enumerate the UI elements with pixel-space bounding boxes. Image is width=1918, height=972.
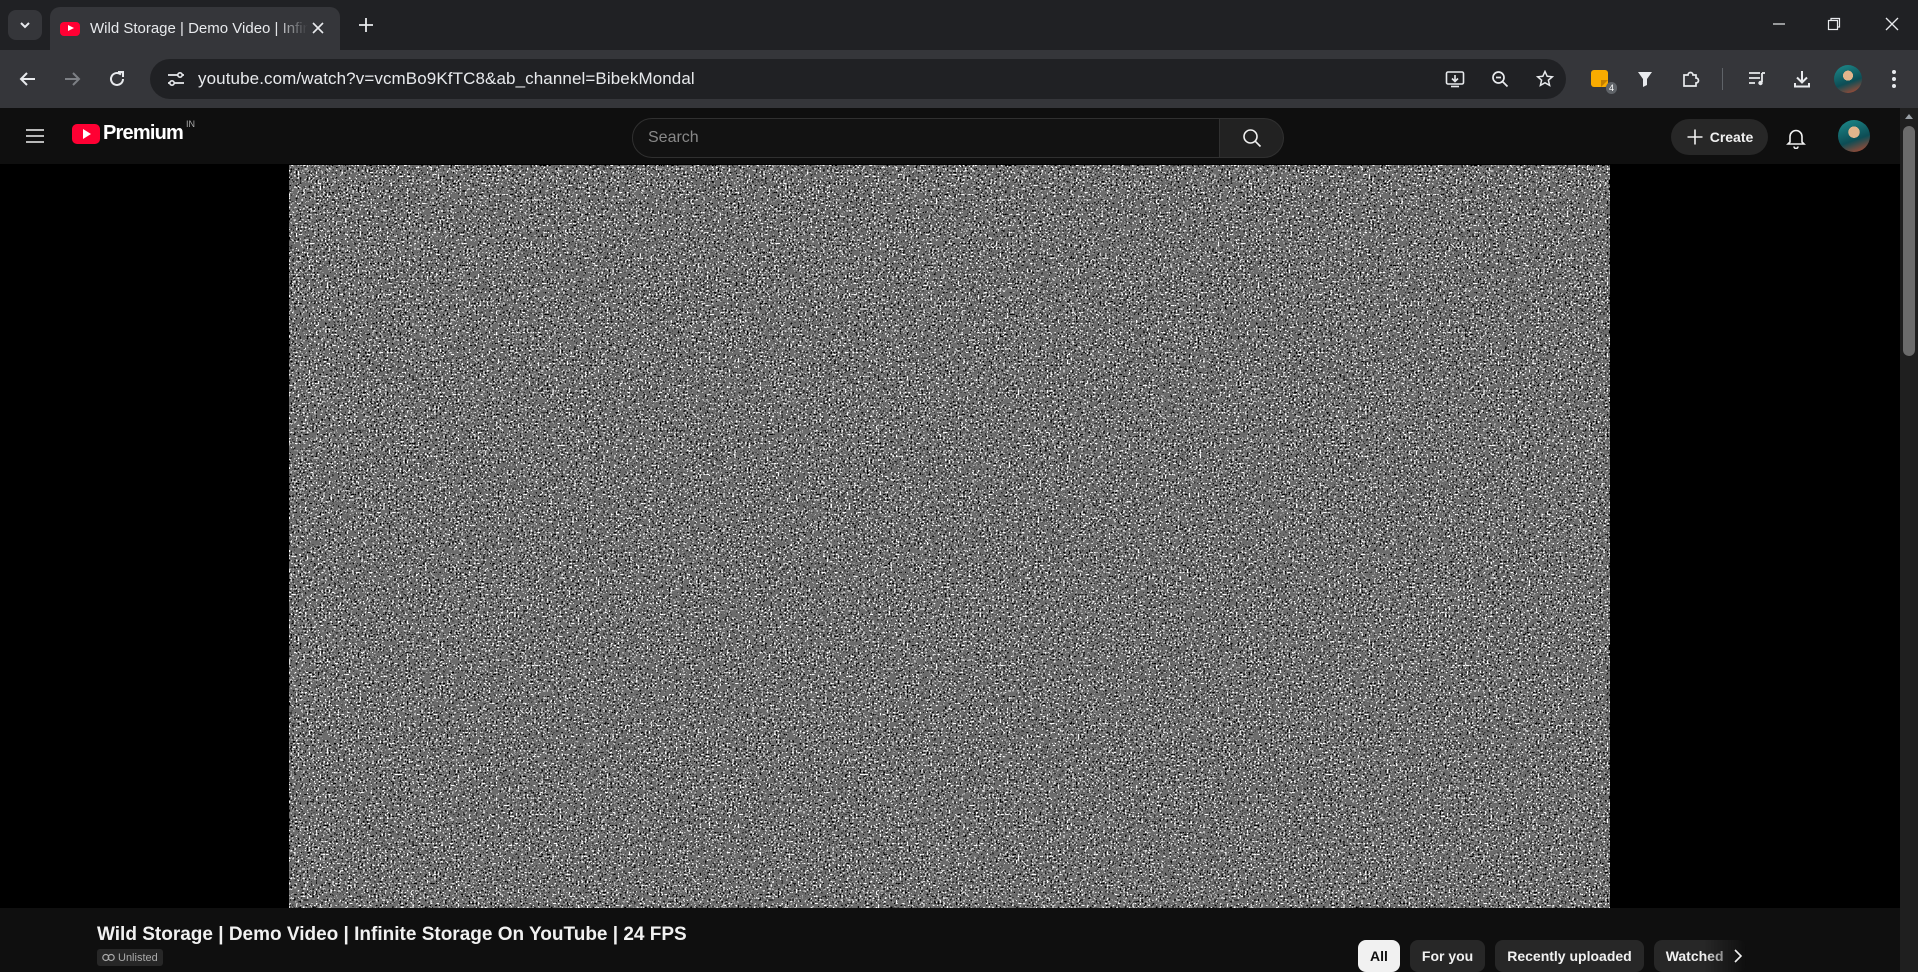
minimize-button[interactable] — [1759, 8, 1799, 40]
filter-icon — [1638, 72, 1652, 87]
chip-recently-uploaded[interactable]: Recently uploaded — [1495, 940, 1644, 972]
create-button[interactable]: Create — [1671, 119, 1768, 155]
logo-text: Premium — [103, 122, 184, 144]
chevron-right-icon — [1734, 949, 1743, 963]
back-button[interactable] — [13, 64, 43, 94]
download-icon — [1794, 71, 1810, 88]
youtube-masthead: Premium IN Search Create — [0, 108, 1900, 164]
below-player: Wild Storage | Demo Video | Infinite Sto… — [0, 908, 1900, 972]
arrow-left-icon — [19, 72, 35, 86]
scroll-up-arrow-icon[interactable] — [1905, 114, 1913, 119]
zoom-out-icon — [1492, 71, 1509, 88]
url-text: youtube.com/watch?v=vcmBo9KfTC8&ab_chann… — [198, 69, 695, 88]
new-tab-button[interactable] — [353, 12, 379, 38]
scrollbar-thumb[interactable] — [1903, 126, 1915, 356]
create-label: Create — [1709, 129, 1754, 145]
menu-icon — [26, 129, 44, 143]
forward-button[interactable] — [57, 64, 87, 94]
visibility-label: Unlisted — [118, 951, 158, 964]
tab-title: Wild Storage | Demo Video | Infinite Sto… — [90, 20, 308, 37]
unlisted-badge: Unlisted — [97, 949, 163, 966]
search-button[interactable] — [1220, 118, 1284, 158]
country-code: IN — [186, 118, 195, 129]
page-scrollbar[interactable] — [1900, 108, 1918, 972]
youtube-icon — [72, 123, 100, 144]
zoom-button[interactable] — [1485, 65, 1515, 93]
plus-icon — [1687, 129, 1703, 145]
install-app-button[interactable] — [1440, 65, 1470, 93]
browser-toolbar: youtube.com/watch?v=vcmBo9KfTC8&ab_chann… — [0, 50, 1918, 108]
guide-menu-button[interactable] — [19, 120, 51, 152]
close-window-button[interactable] — [1872, 8, 1912, 40]
browser-profile-avatar[interactable] — [1834, 65, 1862, 93]
address-bar[interactable]: youtube.com/watch?v=vcmBo9KfTC8&ab_chann… — [150, 59, 1566, 99]
more-vertical-icon — [1892, 70, 1896, 88]
youtube-icon — [60, 21, 80, 36]
browser-tab-active[interactable]: Wild Storage | Demo Video | Infinite Sto… — [50, 7, 340, 50]
install-icon — [1445, 71, 1465, 88]
restore-icon — [1827, 17, 1841, 31]
link-icon — [102, 953, 115, 962]
reload-button[interactable] — [102, 64, 132, 94]
close-tab-button[interactable] — [308, 18, 328, 38]
extension-notes-button[interactable]: 4 — [1585, 64, 1617, 94]
puzzle-icon — [1683, 71, 1700, 87]
site-info-button[interactable] — [158, 64, 194, 94]
chips-next-button[interactable] — [1726, 944, 1750, 968]
star-icon — [1536, 70, 1554, 87]
plus-icon — [359, 18, 373, 32]
video-player[interactable] — [0, 164, 1900, 908]
media-controls-button[interactable] — [1742, 64, 1772, 94]
chip-for-you[interactable]: For you — [1409, 940, 1486, 972]
search-placeholder: Search — [648, 129, 699, 146]
account-avatar[interactable] — [1838, 120, 1870, 152]
browser-menu-button[interactable] — [1879, 64, 1909, 94]
reload-icon — [110, 71, 124, 86]
chevron-down-icon — [18, 18, 32, 32]
queue-music-icon — [1749, 72, 1765, 86]
downloads-button[interactable] — [1787, 64, 1817, 94]
search-input[interactable]: Search — [632, 118, 1220, 158]
close-icon — [312, 22, 324, 34]
static-noise-video — [289, 165, 1610, 908]
bell-icon — [1786, 129, 1806, 149]
related-filter-chips: All For you Recently uploaded Watched — [1358, 940, 1746, 972]
close-icon — [1885, 17, 1899, 31]
chip-all[interactable]: All — [1358, 940, 1400, 972]
video-frame-static-noise[interactable] — [289, 165, 1610, 908]
youtube-premium-logo[interactable]: Premium IN — [72, 118, 195, 145]
bookmark-button[interactable] — [1530, 65, 1560, 93]
extension-filter-button[interactable] — [1630, 64, 1660, 94]
browser-tab-strip: Wild Storage | Demo Video | Infinite Sto… — [0, 0, 1918, 50]
notifications-button[interactable] — [1780, 122, 1812, 154]
toolbar-divider — [1722, 68, 1723, 90]
tune-icon — [168, 71, 184, 87]
arrow-right-icon — [65, 72, 81, 86]
search-icon — [1242, 129, 1261, 148]
extensions-button[interactable] — [1676, 64, 1706, 94]
restore-button[interactable] — [1814, 8, 1854, 40]
extension-badge: 4 — [1605, 82, 1617, 94]
tab-search-button[interactable] — [8, 10, 42, 40]
video-title: Wild Storage | Demo Video | Infinite Sto… — [97, 924, 687, 945]
minimize-icon — [1773, 23, 1785, 25]
